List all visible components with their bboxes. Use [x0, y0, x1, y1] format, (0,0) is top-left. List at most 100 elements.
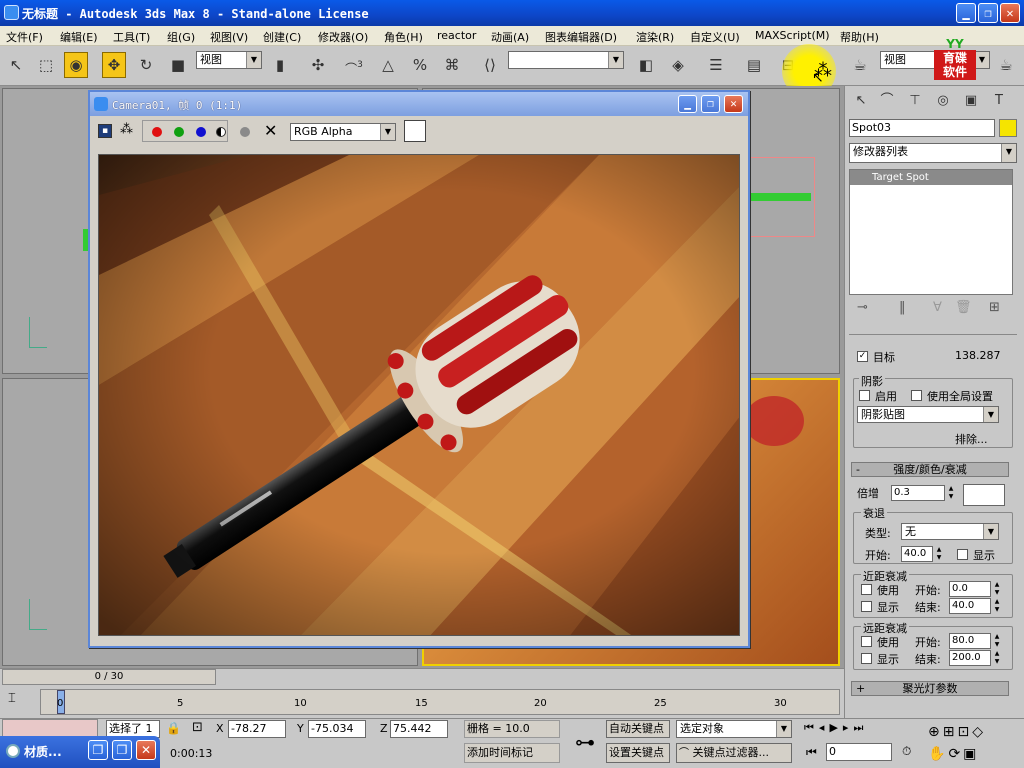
lock-selection-icon[interactable]: 🔒 [166, 721, 181, 735]
menu-file[interactable]: 文件(F) [6, 29, 43, 45]
target-checkbox[interactable]: ✓ [857, 351, 868, 362]
menu-modifiers[interactable]: 修改器(O) [318, 29, 368, 45]
color-swatch[interactable] [404, 120, 426, 142]
menu-animation[interactable]: 动画(A) [491, 29, 529, 45]
window-title-bar[interactable]: 无标题 - Autodesk 3ds Max 8 - Stand-alone L… [0, 0, 1024, 26]
menu-group[interactable]: 组(G) [167, 29, 195, 45]
menu-character[interactable]: 角色(H) [384, 29, 423, 45]
minimize-button[interactable]: ▁ [956, 3, 976, 23]
select-object-icon[interactable]: ↖ [4, 52, 28, 78]
current-frame-field[interactable]: 0 [826, 743, 892, 761]
menu-maxscript[interactable]: MAXScript(M) [755, 29, 830, 42]
multiplier-spinner[interactable]: ▲ ▼ [947, 485, 955, 501]
near-end-field[interactable]: 40.0 [949, 598, 991, 614]
configure-sets-icon[interactable]: ⊞ [989, 300, 1000, 315]
taskbar-maximize-button[interactable]: ❐ [112, 740, 132, 760]
shadows-on-checkbox[interactable] [859, 390, 870, 401]
x-coordinate-field[interactable]: -78.27 [228, 720, 286, 738]
far-end-spinner[interactable]: ▲ ▼ [993, 650, 1001, 666]
angle-snap-icon[interactable]: △ [376, 52, 400, 78]
rect-selection-icon[interactable]: ⬚ [34, 52, 58, 78]
maximize-viewport-icon[interactable]: ▣ [963, 746, 979, 762]
far-use-checkbox[interactable] [861, 636, 872, 647]
window-crossing-icon[interactable]: ◉ [64, 52, 88, 78]
decay-start-spinner[interactable]: ▲ ▼ [935, 546, 943, 562]
render-scene-icon[interactable]: ☕ [848, 52, 872, 78]
render-close-button[interactable]: ✕ [724, 95, 743, 113]
light-color-swatch[interactable] [963, 484, 1005, 506]
exclude-button[interactable]: 排除... [955, 431, 988, 447]
object-name-field[interactable]: Spot03 [849, 119, 995, 137]
near-use-checkbox[interactable] [861, 584, 872, 595]
clear-icon[interactable]: ✕ [264, 121, 277, 140]
layer-manager-icon[interactable]: ☰ [704, 52, 728, 78]
menu-help[interactable]: 帮助(H) [840, 29, 879, 45]
snap-toggle-icon[interactable]: ⌒3 [342, 52, 366, 78]
time-config-icon[interactable]: ⏱ [902, 744, 911, 759]
maxscript-listener[interactable] [2, 719, 98, 737]
stack-item-target-spot[interactable]: Target Spot [850, 170, 1012, 185]
menu-tools[interactable]: 工具(T) [113, 29, 150, 45]
render-minimize-button[interactable]: ▁ [678, 95, 697, 113]
taskbar-item[interactable]: 材质... ❐ ❐ ✕ [0, 736, 160, 768]
clone-window-icon[interactable]: ⁂ [120, 122, 133, 137]
reference-coord-dropdown[interactable]: 视图 ▼ [196, 51, 262, 69]
intensity-rollout[interactable]: - 强度/颜色/衰减 [851, 462, 1009, 477]
go-to-start-icon[interactable]: ⏮ [804, 721, 819, 734]
render-maximize-button[interactable]: ❐ [701, 95, 720, 113]
set-key-button[interactable]: 设置关键点 [606, 743, 670, 763]
far-start-field[interactable]: 80.0 [949, 633, 991, 649]
taskbar-close-button[interactable]: ✕ [136, 740, 156, 760]
taskbar-restore-button[interactable]: ❐ [88, 740, 108, 760]
object-color-swatch[interactable] [999, 119, 1017, 137]
track-bar-icon[interactable]: ⌶ [8, 691, 16, 706]
percent-snap-icon[interactable]: % [408, 52, 432, 78]
multiplier-field[interactable]: 0.3 [891, 485, 945, 501]
green-channel-icon[interactable] [174, 127, 184, 137]
align-icon[interactable]: ◈ [666, 52, 690, 78]
key-selection-dropdown[interactable]: 选定对象 ▼ [676, 720, 792, 738]
decay-show-checkbox[interactable] [957, 549, 968, 560]
key-filters-button[interactable]: ⌒ 关键点过滤器... [676, 743, 792, 763]
set-key-icon[interactable]: ⊶ [568, 725, 602, 759]
menu-views[interactable]: 视图(V) [210, 29, 248, 45]
orbit-icon[interactable]: ⟳ [948, 746, 963, 762]
auto-key-button[interactable]: 自动关键点 [606, 720, 670, 738]
pan-icon[interactable]: ✋ [928, 746, 948, 762]
curve-editor-icon[interactable]: ▤ [742, 52, 766, 78]
pivot-icon[interactable]: ▮ [268, 52, 292, 78]
near-start-spinner[interactable]: ▲ ▼ [993, 581, 1001, 597]
alpha-channel-icon[interactable] [216, 127, 226, 137]
remove-modifier-icon[interactable]: 🗑 [955, 300, 972, 315]
far-start-spinner[interactable]: ▲ ▼ [993, 633, 1001, 649]
render-window-title-bar[interactable]: Camera01, 帧 0 (1:1) ▁ ❐ ✕ [90, 92, 748, 116]
display-tab-icon[interactable]: ▣ [959, 90, 983, 112]
menu-reactor[interactable]: reactor [437, 29, 476, 42]
go-to-end-icon[interactable]: ⏭ [853, 721, 868, 734]
motion-tab-icon[interactable]: ◎ [931, 90, 955, 112]
rendered-frame-window[interactable]: Camera01, 帧 0 (1:1) ▁ ❐ ✕ ▪ ⁂ ✕ RGB Alph… [88, 90, 750, 648]
scale-icon[interactable]: ■ [166, 52, 190, 78]
select-manipulate-icon[interactable]: ✣ [306, 52, 330, 78]
time-slider[interactable]: 0 / 30 [2, 669, 216, 685]
named-selection-dropdown[interactable]: ▼ [508, 51, 624, 69]
maximize-button[interactable]: ❐ [978, 3, 998, 23]
near-show-checkbox[interactable] [861, 601, 872, 612]
menu-edit[interactable]: 编辑(E) [60, 29, 98, 45]
far-show-checkbox[interactable] [861, 653, 872, 664]
shadow-type-dropdown[interactable]: 阴影贴图 ▼ [857, 406, 999, 423]
utilities-tab-icon[interactable]: T [987, 90, 1011, 112]
modify-tab-icon[interactable]: ⌒ [875, 90, 899, 112]
hierarchy-tab-icon[interactable]: ⊤ [903, 90, 927, 112]
menu-create[interactable]: 创建(C) [263, 29, 301, 45]
field-of-view-icon[interactable]: ◇ [972, 724, 986, 740]
play-icon[interactable]: ▶ [829, 721, 842, 734]
named-selection-icon[interactable]: ⟨⟩ [478, 52, 502, 78]
previous-frame-icon[interactable]: ◂ [819, 721, 830, 734]
menu-graph-editors[interactable]: 图表编辑器(D) [545, 29, 617, 45]
zoom-icon[interactable]: ⊕ [928, 724, 943, 740]
spotlight-params-rollout[interactable]: + 聚光灯参数 [851, 681, 1009, 696]
near-end-spinner[interactable]: ▲ ▼ [993, 598, 1001, 614]
create-tab-icon[interactable]: ↖ [849, 90, 873, 112]
monochrome-icon[interactable] [240, 127, 250, 137]
